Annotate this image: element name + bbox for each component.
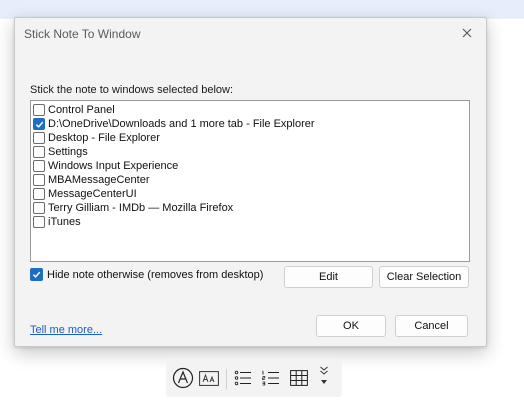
checkbox[interactable] [33,104,45,116]
list-item-messagecenterui[interactable]: MessageCenterUI [33,187,137,201]
edit-button[interactable]: Edit [284,266,373,288]
checkbox[interactable] [33,174,45,186]
list-item-desktop-file-explorer[interactable]: Desktop - File Explorer [33,131,160,145]
numbered-list-icon [262,370,279,386]
table-icon [290,370,308,386]
bulleted-list-icon [234,370,251,386]
list-item-label: D:\OneDrive\Downloads and 1 more tab - F… [48,118,315,130]
font-size-button[interactable] [198,369,220,387]
checkbox[interactable] [33,216,45,228]
instruction-text: Stick the note to windows selected below… [30,84,234,96]
list-item-mbamessagecenter[interactable]: MBAMessageCenter [33,173,150,187]
list-item-file-explorer-downloads[interactable]: D:\OneDrive\Downloads and 1 more tab - F… [33,117,315,131]
checkbox[interactable] [33,118,45,130]
list-item-windows-input-experience[interactable]: Windows Input Experience [33,159,178,173]
checkbox[interactable] [33,146,45,158]
toolbar-divider [226,369,227,389]
bulleted-list-button[interactable] [232,368,254,388]
font-size-icon [199,370,219,386]
checkbox[interactable] [33,132,45,144]
background-band [0,0,524,18]
checkbox[interactable] [33,160,45,172]
list-item-label: Settings [48,146,88,158]
list-item-settings[interactable]: Settings [33,145,88,159]
formatting-toolbar [166,359,342,397]
window-list[interactable]: Control Panel D:\OneDrive\Downloads and … [30,100,470,262]
clear-selection-button[interactable]: Clear Selection [379,266,469,288]
list-item-label: Windows Input Experience [48,160,179,172]
more-options-icon [320,366,328,384]
cancel-button[interactable]: Cancel [395,315,468,337]
list-item-label: MessageCenterUI [48,188,137,200]
more-options-button[interactable] [316,363,332,393]
dialog-title: Stick Note To Window [24,27,141,41]
tell-me-more-link[interactable]: Tell me more... [30,324,102,336]
list-item-label: Desktop - File Explorer [48,132,160,144]
ok-button[interactable]: OK [316,315,386,337]
list-item-label: iTunes [48,216,81,228]
checkbox[interactable] [33,202,45,214]
list-item-label: Control Panel [48,104,115,116]
list-item-itunes[interactable]: iTunes [33,215,81,229]
handwriting-circle-a-icon [172,367,194,389]
list-item-control-panel[interactable]: Control Panel [33,103,115,117]
table-button[interactable] [288,368,310,388]
stick-note-dialog: Stick Note To Window Stick the note to w… [14,17,487,347]
list-item-label: Terry Gilliam - IMDb — Mozilla Firefox [48,202,234,214]
list-item-firefox-imdb[interactable]: Terry Gilliam - IMDb — Mozilla Firefox [33,201,233,215]
hide-note-checkbox[interactable] [30,268,43,281]
list-item-label: MBAMessageCenter [48,174,150,186]
checkbox[interactable] [33,188,45,200]
hide-note-label: Hide note otherwise (removes from deskto… [47,268,264,281]
checkmark-icon [32,271,41,278]
close-button[interactable] [458,24,476,42]
numbered-list-button[interactable] [260,368,282,388]
close-icon [462,28,472,38]
handwriting-button[interactable] [171,366,195,390]
hide-note-option[interactable]: Hide note otherwise (removes from deskto… [30,268,263,281]
checkmark-icon [35,121,43,128]
